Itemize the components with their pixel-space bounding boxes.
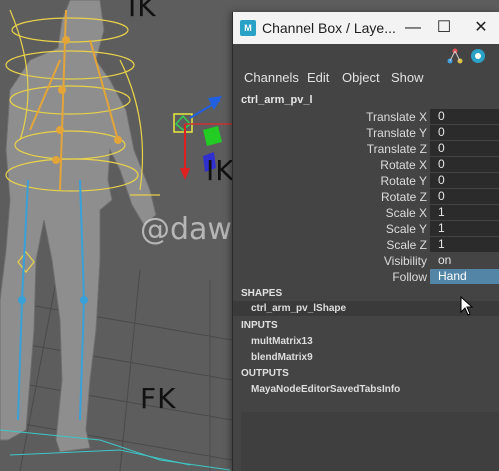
help-circle-icon[interactable] <box>470 48 486 64</box>
attr-label: Scale X <box>385 206 427 220</box>
attr-label: Visibility <box>383 254 427 268</box>
attr-label: Rotate Y <box>380 174 427 188</box>
attr-value-field[interactable]: on <box>430 253 499 268</box>
attr-value-field[interactable]: 0 <box>430 173 499 188</box>
node-tree-icon[interactable] <box>447 48 463 64</box>
channel-box-window[interactable]: M Channel Box / Laye... — ☐ ✕ Channels E… <box>232 12 499 471</box>
menu-show[interactable]: Show <box>391 70 424 85</box>
attr-label: Translate Y <box>366 126 427 140</box>
attr-label: Scale Y <box>385 222 427 236</box>
attr-row-visibility[interactable]: Visibility on <box>233 253 499 269</box>
section-outputs-header[interactable]: OUTPUTS <box>241 368 289 379</box>
section-shapes-header[interactable]: SHAPES <box>241 288 282 299</box>
input-node-item[interactable]: blendMatrix9 <box>251 352 313 363</box>
attr-row-follow[interactable]: Follow Hand <box>233 269 499 285</box>
maximize-button[interactable]: ☐ <box>433 17 455 39</box>
fk-label: FK <box>140 382 177 415</box>
menu-edit[interactable]: Edit <box>307 70 329 85</box>
window-title: Channel Box / Laye... <box>262 20 396 36</box>
attr-row-translate-y[interactable]: Translate Y 0 <box>233 125 499 141</box>
minimize-button[interactable]: — <box>402 17 424 39</box>
ik-label-top: IK <box>128 0 157 23</box>
attr-row-scale-y[interactable]: Scale Y 1 <box>233 221 499 237</box>
attr-row-scale-x[interactable]: Scale X 1 <box>233 205 499 221</box>
attr-value-field[interactable]: 0 <box>430 109 499 124</box>
attr-value-field[interactable]: 0 <box>430 141 499 156</box>
attr-value-dropdown[interactable]: Hand <box>430 269 499 284</box>
attr-label: Follow <box>392 270 427 284</box>
ik-label-mid: IK <box>206 154 235 187</box>
menu-object[interactable]: Object <box>342 70 380 85</box>
mouse-cursor-icon <box>460 296 474 316</box>
maya-app-icon: M <box>240 20 256 36</box>
attr-label: Rotate Z <box>380 190 427 204</box>
attr-value-field[interactable]: 1 <box>430 237 499 252</box>
attr-value-field[interactable]: 1 <box>430 221 499 236</box>
attr-row-rotate-x[interactable]: Rotate X 0 <box>233 157 499 173</box>
attr-row-translate-z[interactable]: Translate Z 0 <box>233 141 499 157</box>
attr-label: Translate Z <box>366 142 427 156</box>
foot-controls[interactable] <box>0 429 231 471</box>
attr-row-scale-z[interactable]: Scale Z 1 <box>233 237 499 253</box>
attr-row-rotate-y[interactable]: Rotate Y 0 <box>233 173 499 189</box>
attr-label: Scale Z <box>386 238 427 252</box>
attr-value-field[interactable]: 0 <box>430 125 499 140</box>
attr-label: Rotate X <box>380 158 427 172</box>
title-bar[interactable]: M Channel Box / Laye... — ☐ ✕ <box>233 12 499 44</box>
layer-editor-pane[interactable] <box>241 412 499 471</box>
attr-value-field[interactable]: 0 <box>430 157 499 172</box>
output-node-item[interactable]: MayaNodeEditorSavedTabsInfo <box>251 384 400 395</box>
attr-row-rotate-z[interactable]: Rotate Z 0 <box>233 189 499 205</box>
input-node-item[interactable]: multMatrix13 <box>251 336 313 347</box>
menu-channels[interactable]: Channels <box>244 70 299 85</box>
section-inputs-header[interactable]: INPUTS <box>241 320 278 331</box>
attr-value-field[interactable]: 1 <box>430 205 499 220</box>
close-button[interactable]: ✕ <box>470 17 492 39</box>
attr-row-translate-x[interactable]: Translate X 0 <box>233 109 499 125</box>
attr-label: Translate X <box>366 110 427 124</box>
attr-value-field[interactable]: 0 <box>430 189 499 204</box>
node-name[interactable]: ctrl_arm_pv_l <box>241 94 313 106</box>
